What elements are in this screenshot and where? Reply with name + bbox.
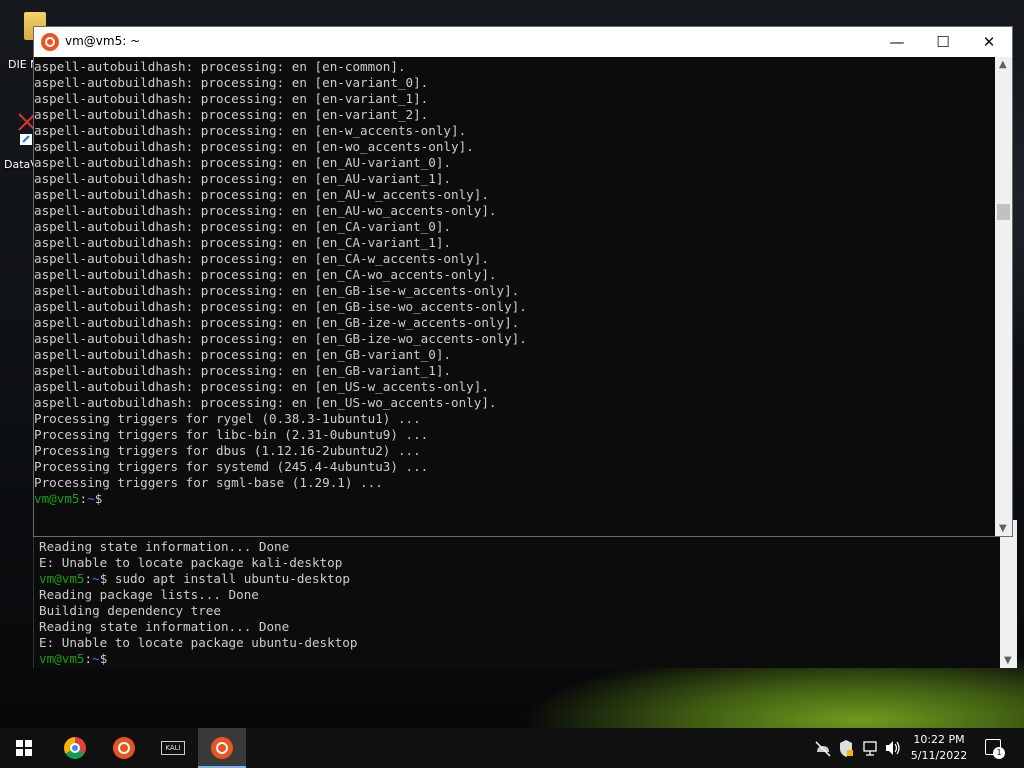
kali-icon: KALI — [161, 741, 185, 755]
terminal-line: aspell-autobuildhash: processing: en [en… — [34, 219, 452, 234]
security-icon[interactable] — [838, 728, 854, 768]
prompt-separator: : — [79, 491, 88, 506]
chrome-icon — [64, 737, 86, 759]
terminal-line: aspell-autobuildhash: processing: en [en… — [34, 363, 452, 378]
terminal-line: aspell-autobuildhash: processing: en [en… — [34, 75, 429, 90]
scrollbar-thumb[interactable] — [997, 204, 1010, 220]
terminal-line: Building dependency tree — [39, 603, 221, 618]
prompt-path: ~ — [87, 491, 95, 506]
prompt-symbol: $ — [94, 491, 103, 506]
terminal-line: aspell-autobuildhash: processing: en [en… — [34, 91, 429, 106]
taskbar-clock[interactable]: 10:22 PM 5/11/2022 — [906, 732, 972, 764]
taskbar-ubuntu-terminal[interactable] — [198, 728, 246, 768]
terminal-line: Processing triggers for dbus (1.12.16-2u… — [34, 443, 421, 458]
terminal-line: aspell-autobuildhash: processing: en [en… — [34, 59, 406, 74]
start-button[interactable] — [0, 728, 48, 768]
terminal-line: aspell-autobuildhash: processing: en [en… — [34, 395, 497, 410]
taskbar-kali[interactable]: KALI — [149, 728, 197, 768]
background-terminal-window[interactable]: Reading state information... Done E: Unab… — [33, 520, 1017, 668]
terminal-line: Reading state information... Done — [39, 619, 290, 634]
ubuntu-icon — [211, 737, 233, 759]
prompt-separator: : — [84, 571, 93, 586]
background-terminal-output: Reading state information... Done E: Unab… — [39, 539, 357, 667]
prompt-user: vm@vm5 — [39, 571, 85, 586]
terminal-line: aspell-autobuildhash: processing: en [en… — [34, 283, 520, 298]
terminal-line: aspell-autobuildhash: processing: en [en… — [34, 299, 527, 314]
taskbar: KALI 10:22 PM 5/11/2022 1 — [0, 728, 1024, 768]
terminal-line: Processing triggers for sgml-base (1.29.… — [34, 475, 383, 490]
terminal-content[interactable]: aspell-autobuildhash: processing: en [en… — [34, 57, 995, 536]
scroll-down-icon[interactable]: ▼ — [1004, 655, 1012, 666]
terminal-line: aspell-autobuildhash: processing: en [en… — [34, 123, 467, 138]
terminal-line: Processing triggers for rygel (0.38.3-1u… — [34, 411, 421, 426]
prompt-separator: : — [84, 651, 93, 666]
clock-time: 10:22 PM — [913, 733, 965, 746]
volume-icon[interactable] — [884, 728, 902, 768]
terminal-prompt-line: vm@vm5:~$ — [34, 491, 527, 507]
terminal-line: Processing triggers for libc-bin (2.31-0… — [34, 427, 429, 442]
terminal-line: aspell-autobuildhash: processing: en [en… — [34, 155, 452, 170]
cloud-offline-icon[interactable] — [814, 728, 832, 768]
minimize-button[interactable]: — — [874, 27, 920, 57]
close-button[interactable]: ✕ — [966, 27, 1012, 57]
terminal-window[interactable]: vm@vm5: ~ — ☐ ✕ aspell-autobuildhash: pr… — [33, 26, 1013, 537]
scroll-down-icon[interactable]: ▼ — [999, 523, 1007, 534]
terminal-prompt-line: vm@vm5:~$ — [39, 651, 357, 667]
prompt-path: ~ — [92, 571, 100, 586]
terminal-prompt-line: vm@vm5:~$ sudo apt install ubuntu-deskto… — [39, 571, 357, 587]
terminal-line: aspell-autobuildhash: processing: en [en… — [34, 267, 497, 282]
window-title: vm@vm5: ~ — [65, 34, 141, 48]
prompt-user: vm@vm5 — [39, 651, 85, 666]
terminal-line: Reading package lists... Done — [39, 587, 259, 602]
terminal-line: aspell-autobuildhash: processing: en [en… — [34, 171, 452, 186]
network-icon[interactable] — [861, 728, 879, 768]
terminal-line: aspell-autobuildhash: processing: en [en… — [34, 203, 497, 218]
terminal-line: Processing triggers for systemd (245.4-4… — [34, 459, 429, 474]
taskbar-chrome[interactable] — [51, 728, 99, 768]
clock-date: 5/11/2022 — [910, 749, 968, 762]
taskbar-ubuntu[interactable] — [100, 728, 148, 768]
title-bar[interactable]: vm@vm5: ~ — ☐ ✕ — [34, 27, 1012, 57]
scroll-up-icon[interactable]: ▲ — [999, 59, 1007, 70]
terminal-output: aspell-autobuildhash: processing: en [en… — [34, 59, 527, 507]
prompt-user: vm@vm5 — [34, 491, 80, 506]
prompt-command: sudo apt install ubuntu-desktop — [107, 571, 350, 586]
terminal-line: Reading state information... Done — [39, 539, 290, 554]
maximize-button[interactable]: ☐ — [920, 27, 966, 57]
terminal-line: E: Unable to locate package kali-desktop — [39, 555, 343, 570]
terminal-line: E: Unable to locate package ubuntu-deskt… — [39, 635, 358, 650]
terminal-line: aspell-autobuildhash: processing: en [en… — [34, 187, 489, 202]
terminal-line: aspell-autobuildhash: processing: en [en… — [34, 139, 474, 154]
windows-icon — [16, 740, 32, 756]
terminal-line: aspell-autobuildhash: processing: en [en… — [34, 235, 452, 250]
vertical-scrollbar[interactable]: ▲ ▼ — [995, 57, 1012, 536]
notification-badge: 1 — [993, 747, 1005, 759]
terminal-line: aspell-autobuildhash: processing: en [en… — [34, 107, 429, 122]
terminal-line: aspell-autobuildhash: processing: en [en… — [34, 347, 452, 362]
terminal-line: aspell-autobuildhash: processing: en [en… — [34, 251, 489, 266]
terminal-line: aspell-autobuildhash: processing: en [en… — [34, 315, 520, 330]
ubuntu-icon — [41, 33, 59, 51]
terminal-line: aspell-autobuildhash: processing: en [en… — [34, 379, 489, 394]
background-scrollbar[interactable]: ▼ — [1000, 520, 1017, 668]
ubuntu-icon — [113, 737, 135, 759]
terminal-line: aspell-autobuildhash: processing: en [en… — [34, 331, 527, 346]
prompt-symbol: $ — [99, 651, 108, 666]
prompt-path: ~ — [92, 651, 100, 666]
